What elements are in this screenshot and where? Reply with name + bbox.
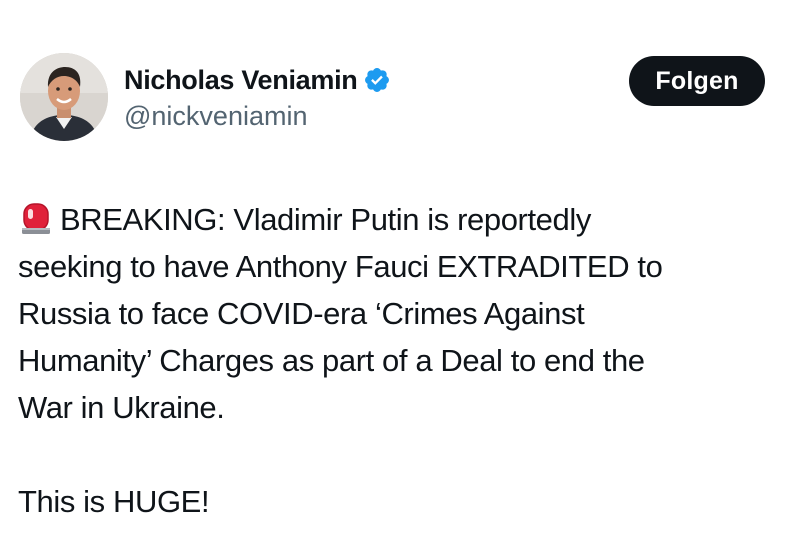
police-siren-icon bbox=[18, 200, 54, 236]
tweet-line: BREAKING: Vladimir Putin is reportedly bbox=[18, 196, 788, 243]
tweet-closing-line: This is HUGE! bbox=[18, 484, 210, 519]
author-handle[interactable]: @nickveniamin bbox=[124, 101, 307, 132]
person-photo-avatar-icon bbox=[20, 53, 108, 141]
tweet-line: War in Ukraine. bbox=[18, 390, 225, 425]
author-avatar[interactable] bbox=[20, 53, 108, 141]
tweet-line: Russia to face COVID-era ‘Crimes Against bbox=[18, 296, 585, 331]
tweet-line-text: BREAKING: Vladimir Putin is reportedly bbox=[60, 202, 591, 237]
tweet-line: seeking to have Anthony Fauci EXTRADITED… bbox=[18, 249, 663, 284]
tweet-text: BREAKING: Vladimir Putin is reportedly s… bbox=[18, 196, 788, 525]
verified-badge-icon[interactable] bbox=[363, 66, 391, 94]
tweet-card: Nicholas Veniamin @nickveniamin Folgen B… bbox=[0, 0, 800, 543]
author-display-name[interactable]: Nicholas Veniamin bbox=[124, 65, 358, 96]
tweet-line: Humanity’ Charges as part of a Deal to e… bbox=[18, 343, 645, 378]
author-name-row: Nicholas Veniamin bbox=[124, 62, 391, 98]
follow-button[interactable]: Folgen bbox=[629, 56, 765, 106]
